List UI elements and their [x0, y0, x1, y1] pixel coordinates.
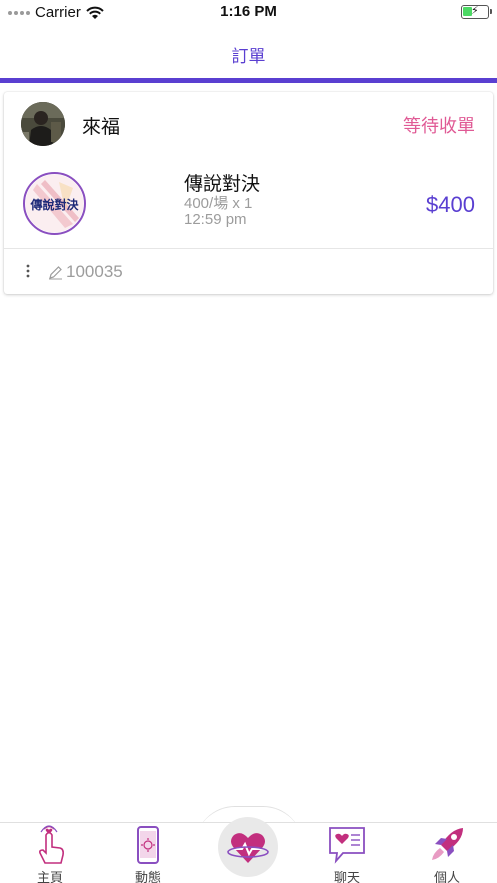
- carrier-label: Carrier: [35, 4, 81, 21]
- battery-icon: ⚡: [461, 5, 492, 19]
- avatar[interactable]: [21, 102, 65, 146]
- carrier-group: Carrier: [8, 4, 104, 21]
- edit-pencil-icon[interactable]: [48, 265, 63, 280]
- tab-profile[interactable]: 個人: [417, 823, 477, 883]
- game-rate: 400/場 x 1: [184, 195, 253, 212]
- nav-accent-bar: [0, 78, 497, 83]
- wifi-icon: [86, 6, 104, 19]
- tab-chat-label: 聊天: [333, 870, 360, 883]
- heart-orbit-icon: [227, 833, 269, 863]
- tab-feed-label: 動態: [134, 870, 161, 883]
- card-divider: [4, 248, 493, 249]
- chat-bubble-icon: [329, 827, 365, 864]
- game-logo: 傳說對決: [23, 172, 86, 235]
- buyer-name: 來福: [82, 117, 121, 138]
- order-id: 100035: [66, 262, 123, 281]
- status-bar: Carrier 1:16 PM ⚡: [0, 0, 497, 26]
- page-title: 訂單: [231, 47, 266, 66]
- tab-home[interactable]: 主頁: [20, 823, 80, 883]
- rocket-icon: [432, 828, 463, 860]
- tab-center-action[interactable]: [218, 817, 278, 877]
- phone-feed-icon: [137, 826, 159, 864]
- order-time: 12:59 pm: [184, 211, 247, 228]
- status-badge: 等待收單: [403, 116, 475, 136]
- tab-profile-label: 個人: [433, 870, 460, 883]
- signal-icon: [8, 10, 30, 15]
- tab-feed[interactable]: 動態: [118, 823, 178, 883]
- tab-home-label: 主頁: [36, 870, 63, 883]
- order-card[interactable]: 來福 等待收單 傳說對決 傳說對決 400/場 x 1 12:59 pm $40…: [4, 92, 493, 294]
- game-logo-text: 傳說對決: [30, 198, 79, 212]
- nav-bar: 訂單: [0, 26, 497, 78]
- tab-chat[interactable]: 聊天: [317, 823, 377, 883]
- more-vertical-icon[interactable]: [24, 262, 32, 280]
- order-price: $400: [426, 192, 475, 217]
- touch-hand-icon: [39, 825, 64, 864]
